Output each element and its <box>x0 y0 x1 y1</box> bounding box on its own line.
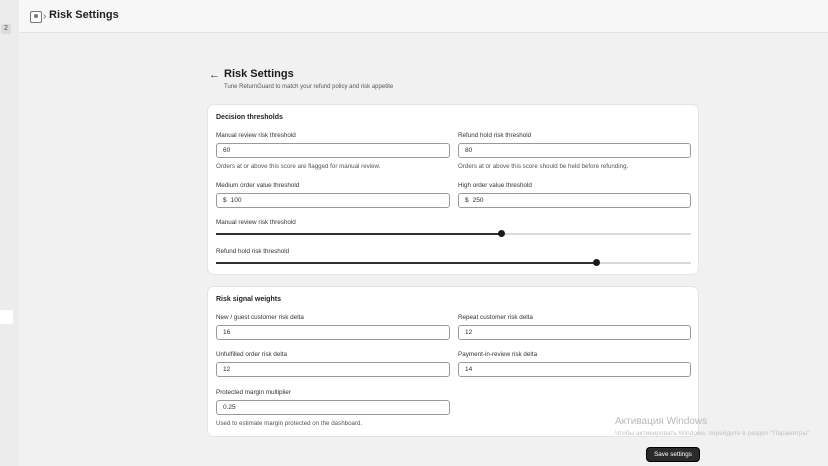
refund-hold-slider[interactable] <box>216 259 691 266</box>
payment-in-review-delta-input[interactable]: 14 <box>458 362 691 377</box>
input-value: 16 <box>223 329 231 336</box>
new-guest-delta-input[interactable]: 16 <box>216 325 450 340</box>
new-guest-delta-label: New / guest customer risk delta <box>216 314 304 321</box>
refund-hold-threshold-help: Orders at or above this score should be … <box>458 163 629 170</box>
left-rail: 2 <box>0 0 19 466</box>
refund-hold-threshold-input[interactable]: 80 <box>458 143 691 158</box>
input-value: 12 <box>223 366 231 373</box>
input-value: 80 <box>465 147 473 154</box>
slider-thumb[interactable] <box>592 259 600 266</box>
manual-review-slider[interactable] <box>216 230 691 237</box>
card-title: Decision thresholds <box>216 114 283 121</box>
decision-thresholds-card: Decision thresholds Manual review risk t… <box>208 105 698 274</box>
repeat-customer-delta-input[interactable]: 12 <box>458 325 691 340</box>
manual-review-threshold-input[interactable]: 60 <box>216 143 450 158</box>
protected-margin-input[interactable]: 0.25 <box>216 400 450 415</box>
refund-hold-slider-label: Refund hold risk threshold <box>216 248 290 255</box>
manual-review-threshold-label: Manual review risk threshold <box>216 132 296 139</box>
left-rail-tab[interactable] <box>0 310 13 324</box>
windows-activation-hint: Чтобы активировать Windows, перейдите в … <box>615 430 812 437</box>
manual-review-threshold-help: Orders at or above this score are flagge… <box>216 163 381 170</box>
back-arrow-icon[interactable]: ← <box>209 69 220 81</box>
unfulfilled-order-delta-label: Unfulfilled order risk delta <box>216 351 288 358</box>
page-subtitle: Tune ReturnGuard to match your refund po… <box>224 84 394 90</box>
repeat-customer-delta-label: Repeat customer risk delta <box>458 314 533 321</box>
protected-margin-help: Used to estimate margin protected on the… <box>216 420 363 427</box>
input-value: 60 <box>223 147 231 154</box>
save-settings-button[interactable]: Save settings <box>647 448 699 461</box>
medium-order-value-label: Medium order value threshold <box>216 182 300 189</box>
top-bar: › Risk Settings <box>19 0 828 33</box>
input-value: 12 <box>465 329 473 336</box>
manual-review-slider-label: Manual review risk threshold <box>216 219 296 226</box>
page-title: Risk Settings <box>224 68 294 80</box>
slider-fill <box>216 262 596 264</box>
input-value: 250 <box>472 197 484 204</box>
app-window: › Risk Settings ← Risk Settings Tune Ret… <box>19 0 828 466</box>
windows-activation-watermark: Активация Windows <box>615 416 708 427</box>
slider-thumb[interactable] <box>497 230 505 237</box>
topbar-title: Risk Settings <box>49 9 119 21</box>
currency-prefix: $ <box>465 197 469 204</box>
refund-hold-threshold-label: Refund hold risk threshold <box>458 132 532 139</box>
high-order-value-input[interactable]: $250 <box>458 193 691 208</box>
unfulfilled-order-delta-input[interactable]: 12 <box>216 362 450 377</box>
chevron-right-icon: › <box>43 11 47 22</box>
app-icon[interactable] <box>30 11 42 23</box>
currency-prefix: $ <box>223 197 227 204</box>
slider-fill <box>216 233 501 235</box>
protected-margin-label: Protected margin multiplier <box>216 389 291 396</box>
medium-order-value-input[interactable]: $100 <box>216 193 450 208</box>
risk-signal-weights-card: Risk signal weights New / guest customer… <box>208 287 698 436</box>
left-rail-badge: 2 <box>1 24 11 34</box>
card-title: Risk signal weights <box>216 296 281 303</box>
input-value: 0.25 <box>223 404 236 411</box>
payment-in-review-delta-label: Payment-in-review risk delta <box>458 351 538 358</box>
input-value: 100 <box>230 197 242 204</box>
input-value: 14 <box>465 366 473 373</box>
high-order-value-label: High order value threshold <box>458 182 532 189</box>
